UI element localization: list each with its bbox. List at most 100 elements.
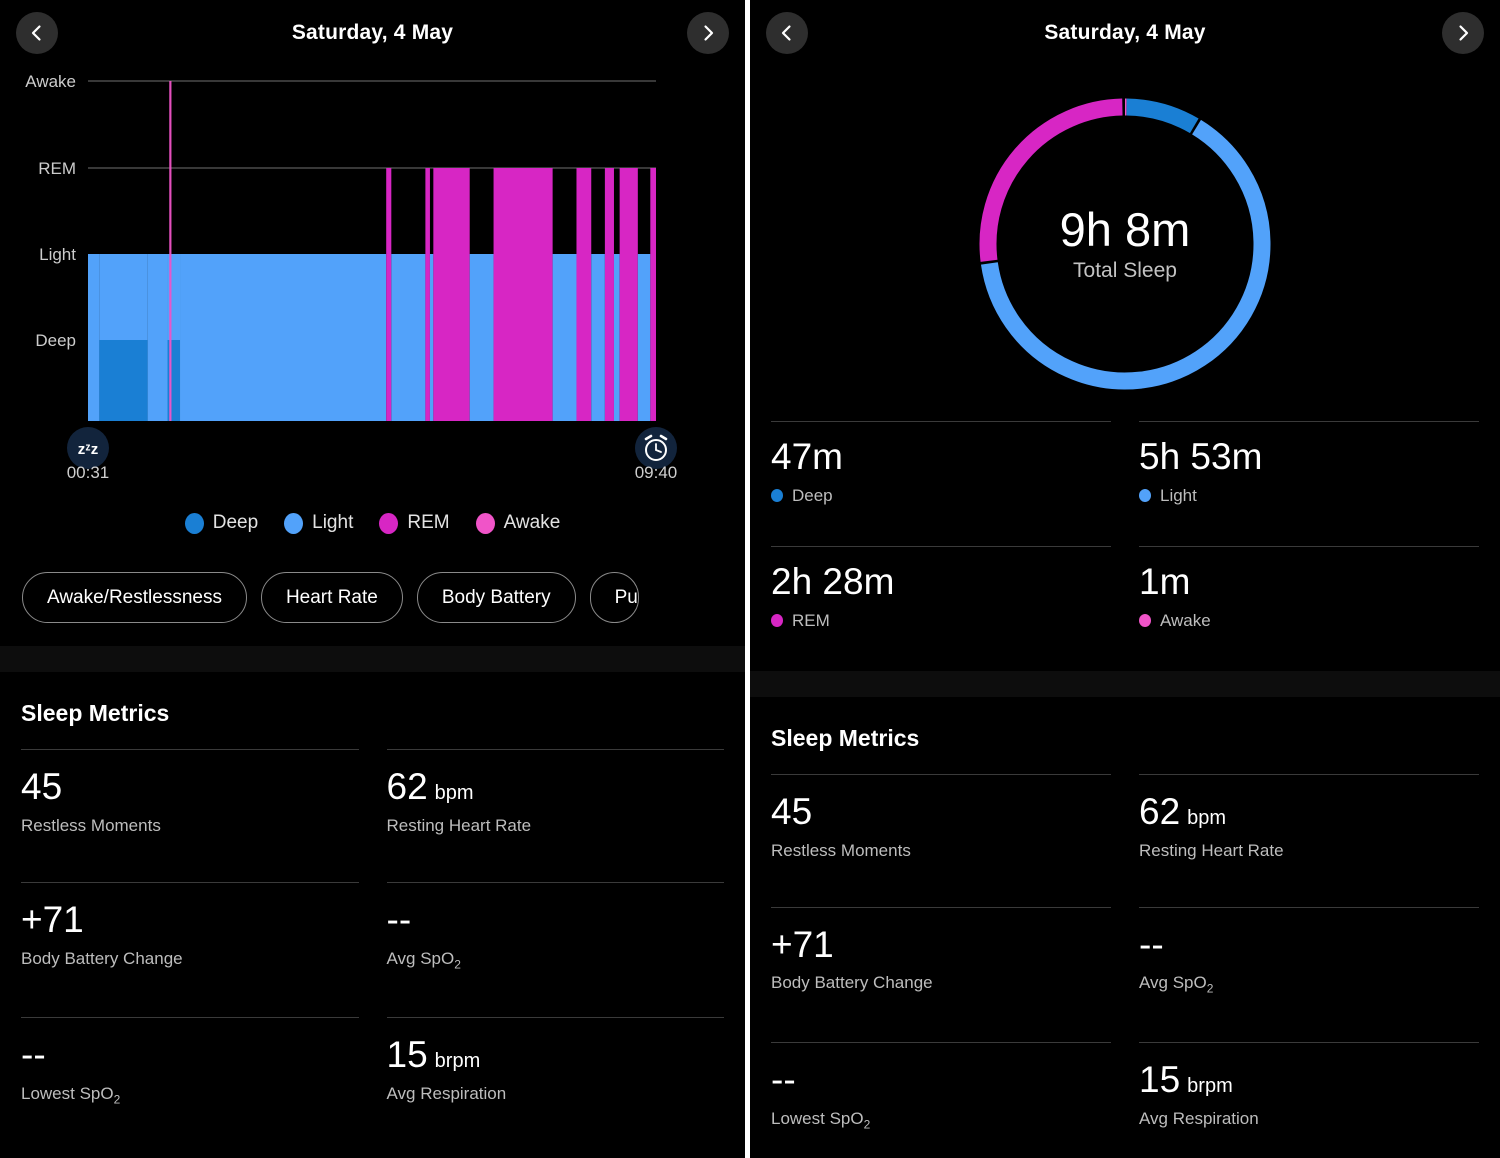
- metric-label: Resting Heart Rate: [386, 815, 532, 835]
- left-header: Saturday, 4 May: [0, 0, 745, 66]
- right-sleep-metrics-section: Sleep Metrics 45 Restless Moments 62 bpm…: [750, 697, 1500, 1158]
- metric-label: Body Battery Change: [21, 948, 183, 968]
- legend-label-rem: REM: [407, 512, 450, 533]
- stage-value: 1m: [1139, 560, 1191, 602]
- right-metrics-grid: 45 Restless Moments 62 bpm Resting Heart…: [771, 773, 1479, 1158]
- page-title-right: Saturday, 4 May: [1044, 21, 1206, 44]
- left-sleep-metrics-title: Sleep Metrics: [21, 700, 170, 726]
- left-panel: Saturday, 4 May Awake REM Light Deep zᶻz 00:3…: [0, 0, 745, 1158]
- metric-unit: bpm: [1187, 806, 1227, 829]
- deep-color-dot: [771, 489, 783, 503]
- page-title: Saturday, 4 May: [291, 21, 454, 44]
- light-color-dot: [284, 512, 304, 534]
- left-metrics-grid: 45 Restless Moments 62 bpm Resting Heart…: [21, 749, 724, 1152]
- metric-resting-heart-rate-right: 62 bpm Resting Heart Rate: [1139, 773, 1479, 907]
- svg-text:00:31: 00:31: [67, 463, 110, 482]
- metric-lowest-spo2-right: -- Lowest SpO2: [771, 1041, 1111, 1158]
- svg-text:Deep: Deep: [35, 331, 76, 350]
- previous-day-button[interactable]: [16, 12, 58, 54]
- metric-restless-moments-right: 45 Restless Moments: [771, 773, 1111, 907]
- metric-resting-heart-rate: 62 bpm Resting Heart Rate: [386, 749, 724, 882]
- left-section-divider-strip: [0, 646, 745, 672]
- metric-value: 62: [386, 766, 428, 807]
- svg-text:REM: REM: [38, 159, 76, 178]
- right-header: Saturday, 4 May: [750, 0, 1500, 66]
- previous-day-button-right[interactable]: [766, 12, 808, 54]
- pill-body-battery[interactable]: Body Battery: [416, 571, 576, 623]
- hypnogram-chart[interactable]: Awake REM Light Deep zᶻz 00:31 09:40: [0, 66, 745, 496]
- left-sleep-metrics-section: Sleep Metrics 45 Restless Moments 62 bpm…: [0, 672, 745, 1152]
- awake-color-dot: [475, 512, 495, 534]
- metric-unit: brpm: [434, 1050, 481, 1073]
- donut-svg: [979, 97, 1271, 389]
- metric-label: Avg Respiration: [1139, 1108, 1259, 1128]
- stage-awake: 1m Awake: [1139, 545, 1479, 671]
- svg-text:zᶻz: zᶻz: [78, 441, 98, 458]
- metric-avg-spo2-right: -- Avg SpO2: [1139, 906, 1479, 1042]
- metric-value: --: [386, 898, 412, 940]
- chevron-left-icon: [781, 25, 791, 41]
- metric-unit: bpm: [434, 782, 474, 804]
- metric-label: Resting Heart Rate: [1139, 840, 1284, 860]
- metric-value: 45: [771, 790, 813, 832]
- legend-item-deep: Deep: [184, 512, 259, 534]
- metric-value: +71: [771, 923, 834, 965]
- metric-value: 15: [386, 1034, 428, 1076]
- metric-label: Lowest SpO2: [21, 1083, 121, 1107]
- legend-label-light: Light: [312, 512, 354, 533]
- donut-slice-rem: [979, 98, 1123, 262]
- svg-text:09:40: 09:40: [635, 463, 678, 482]
- metric-value: --: [21, 1034, 46, 1076]
- svg-text:Light: Light: [39, 245, 76, 264]
- metric-label: Lowest SpO2: [771, 1108, 871, 1131]
- stage-value: 47m: [771, 436, 843, 477]
- stage-label: REM: [792, 610, 830, 630]
- metric-avg-respiration-right: 15 brpm Avg Respiration: [1139, 1041, 1479, 1158]
- donut-slice-light: [980, 119, 1271, 389]
- metric-value: 62: [1139, 790, 1181, 832]
- metric-label: Avg SpO2: [386, 948, 461, 972]
- metric-label: Avg SpO2: [1139, 973, 1214, 996]
- stage-value: 5h 53m: [1139, 436, 1263, 477]
- metric-avg-spo2: -- Avg SpO2: [386, 881, 724, 1017]
- stage-light: 5h 53m Light: [1139, 421, 1479, 546]
- stage-rem: 2h 28m REM: [771, 545, 1111, 671]
- metric-restless-moments: 45 Restless Moments: [21, 749, 359, 882]
- metric-value: +71: [21, 898, 84, 940]
- stage-label: Light: [1160, 485, 1197, 505]
- sleep-donut-chart[interactable]: 9h 8m Total Sleep: [750, 66, 1500, 421]
- deep-color-dot: [184, 512, 204, 534]
- donut-slice-deep: [1126, 98, 1199, 133]
- chevron-left-icon: [31, 25, 41, 41]
- pill-pulse-ox[interactable]: Pu: [589, 571, 639, 623]
- stage-value: 2h 28m: [771, 560, 895, 602]
- metric-value: --: [1139, 923, 1164, 965]
- rem-color-dot: [771, 614, 783, 628]
- hypnogram-svg: Awake REM Light Deep zᶻz 00:31 09:40: [25, 72, 678, 482]
- svg-text:Awake: Awake: [25, 72, 76, 91]
- left-spacer: [0, 628, 745, 646]
- sleep-stage-legend: Deep Light REM Awake: [0, 502, 745, 544]
- metric-label: Restless Moments: [21, 815, 161, 835]
- metric-label: Body Battery Change: [771, 973, 933, 993]
- sleep-stage-breakdown: 47m Deep 5h 53m Light 2h 28m REM 1m Awak…: [750, 421, 1500, 671]
- next-day-button-right[interactable]: [1442, 12, 1484, 54]
- chevron-right-icon: [1459, 25, 1469, 41]
- metric-label: Avg Respiration: [386, 1083, 507, 1103]
- legend-label-deep: Deep: [212, 512, 259, 533]
- stage-grid: 47m Deep 5h 53m Light 2h 28m REM 1m Awak…: [771, 421, 1479, 671]
- pill-awake-restlessness[interactable]: Awake/Restlessness: [22, 571, 247, 623]
- stage-label: Deep: [792, 485, 833, 505]
- next-day-button[interactable]: [687, 12, 729, 54]
- metric-value: --: [771, 1058, 796, 1100]
- pill-heart-rate[interactable]: Heart Rate: [260, 571, 403, 623]
- metric-filter-pills[interactable]: Awake/Restlessness Heart Rate Body Batte…: [0, 544, 745, 628]
- metric-unit: brpm: [1187, 1074, 1233, 1097]
- legend-item-awake: Awake: [475, 512, 560, 534]
- sleep-detail-screen: Saturday, 4 May Awake REM Light Deep zᶻz 00:3…: [0, 0, 1500, 1158]
- metric-avg-respiration: 15 brpm Avg Respiration: [386, 1017, 724, 1152]
- metric-label: Restless Moments: [771, 840, 911, 860]
- stage-deep: 47m Deep: [771, 421, 1111, 546]
- legend-item-rem: REM: [379, 512, 450, 534]
- stage-label: Awake: [1160, 610, 1211, 630]
